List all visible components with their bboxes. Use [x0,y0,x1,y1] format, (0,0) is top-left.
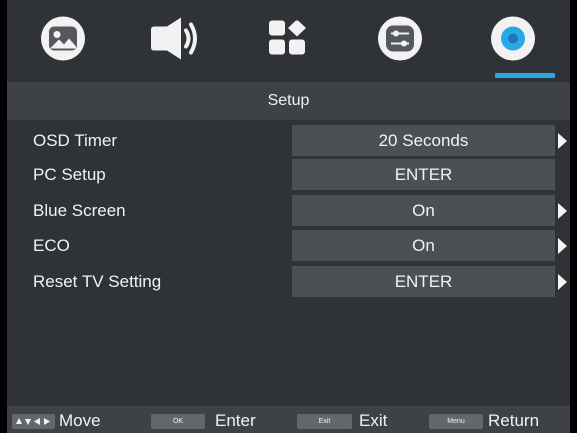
menu-item-value[interactable]: ENTER [292,159,555,190]
menu-item-label: OSD Timer [33,131,118,150]
selected-tab-indicator [495,73,555,78]
page-title: Setup [7,82,570,120]
arrow-right-icon[interactable] [558,238,567,254]
menu-item-label: ECO [33,236,70,255]
menu-item-label: Blue Screen [33,201,126,220]
tab-channel[interactable] [232,0,344,82]
arrow-right-icon[interactable] [558,203,567,219]
tv-screen: Setup OSD Timer 20 Seconds PC Setup ENTE… [0,0,577,433]
menu-item-eco[interactable]: ECO On [7,229,570,262]
menu-item-blue-screen[interactable]: Blue Screen On [7,194,570,227]
help-move-label: Move [59,411,101,430]
sliders-icon [377,16,423,67]
tab-picture[interactable] [7,0,119,82]
help-exit-label: Exit [359,411,388,430]
menu-item-value[interactable]: On [292,230,555,261]
exit-key-icon: Exit [297,414,352,429]
tab-setup[interactable] [457,0,569,82]
menu-key-icon: Menu [429,414,483,429]
arrow-right-icon[interactable] [558,133,567,149]
speaker-icon [149,16,201,67]
nav-arrows-icon [12,414,55,429]
picture-icon [40,16,86,67]
tab-sound[interactable] [119,0,231,82]
menu-item-value[interactable]: ENTER [292,266,555,297]
menu-item-label: Reset TV Setting [33,272,162,291]
setup-menu-list: OSD Timer 20 Seconds PC Setup ENTER Blue… [7,120,570,406]
help-bar: Move OK Enter Exit Exit Menu Return [7,406,570,433]
menu-item-pc-setup[interactable]: PC Setup ENTER [7,158,570,191]
menu-item-label: PC Setup [33,165,106,184]
top-tab-bar [7,0,570,82]
help-enter-label: Enter [215,411,256,430]
menu-item-value[interactable]: On [292,195,555,226]
menu-item-osd-timer[interactable]: OSD Timer 20 Seconds [7,124,570,157]
channel-grid-icon [269,19,307,62]
arrow-right-icon[interactable] [558,274,567,290]
setup-gear-icon [490,16,536,67]
ok-key-icon: OK [151,414,205,429]
menu-item-reset-tv-setting[interactable]: Reset TV Setting ENTER [7,265,570,298]
menu-item-value[interactable]: 20 Seconds [292,125,555,156]
tab-features[interactable] [344,0,456,82]
help-return-label: Return [488,411,540,430]
